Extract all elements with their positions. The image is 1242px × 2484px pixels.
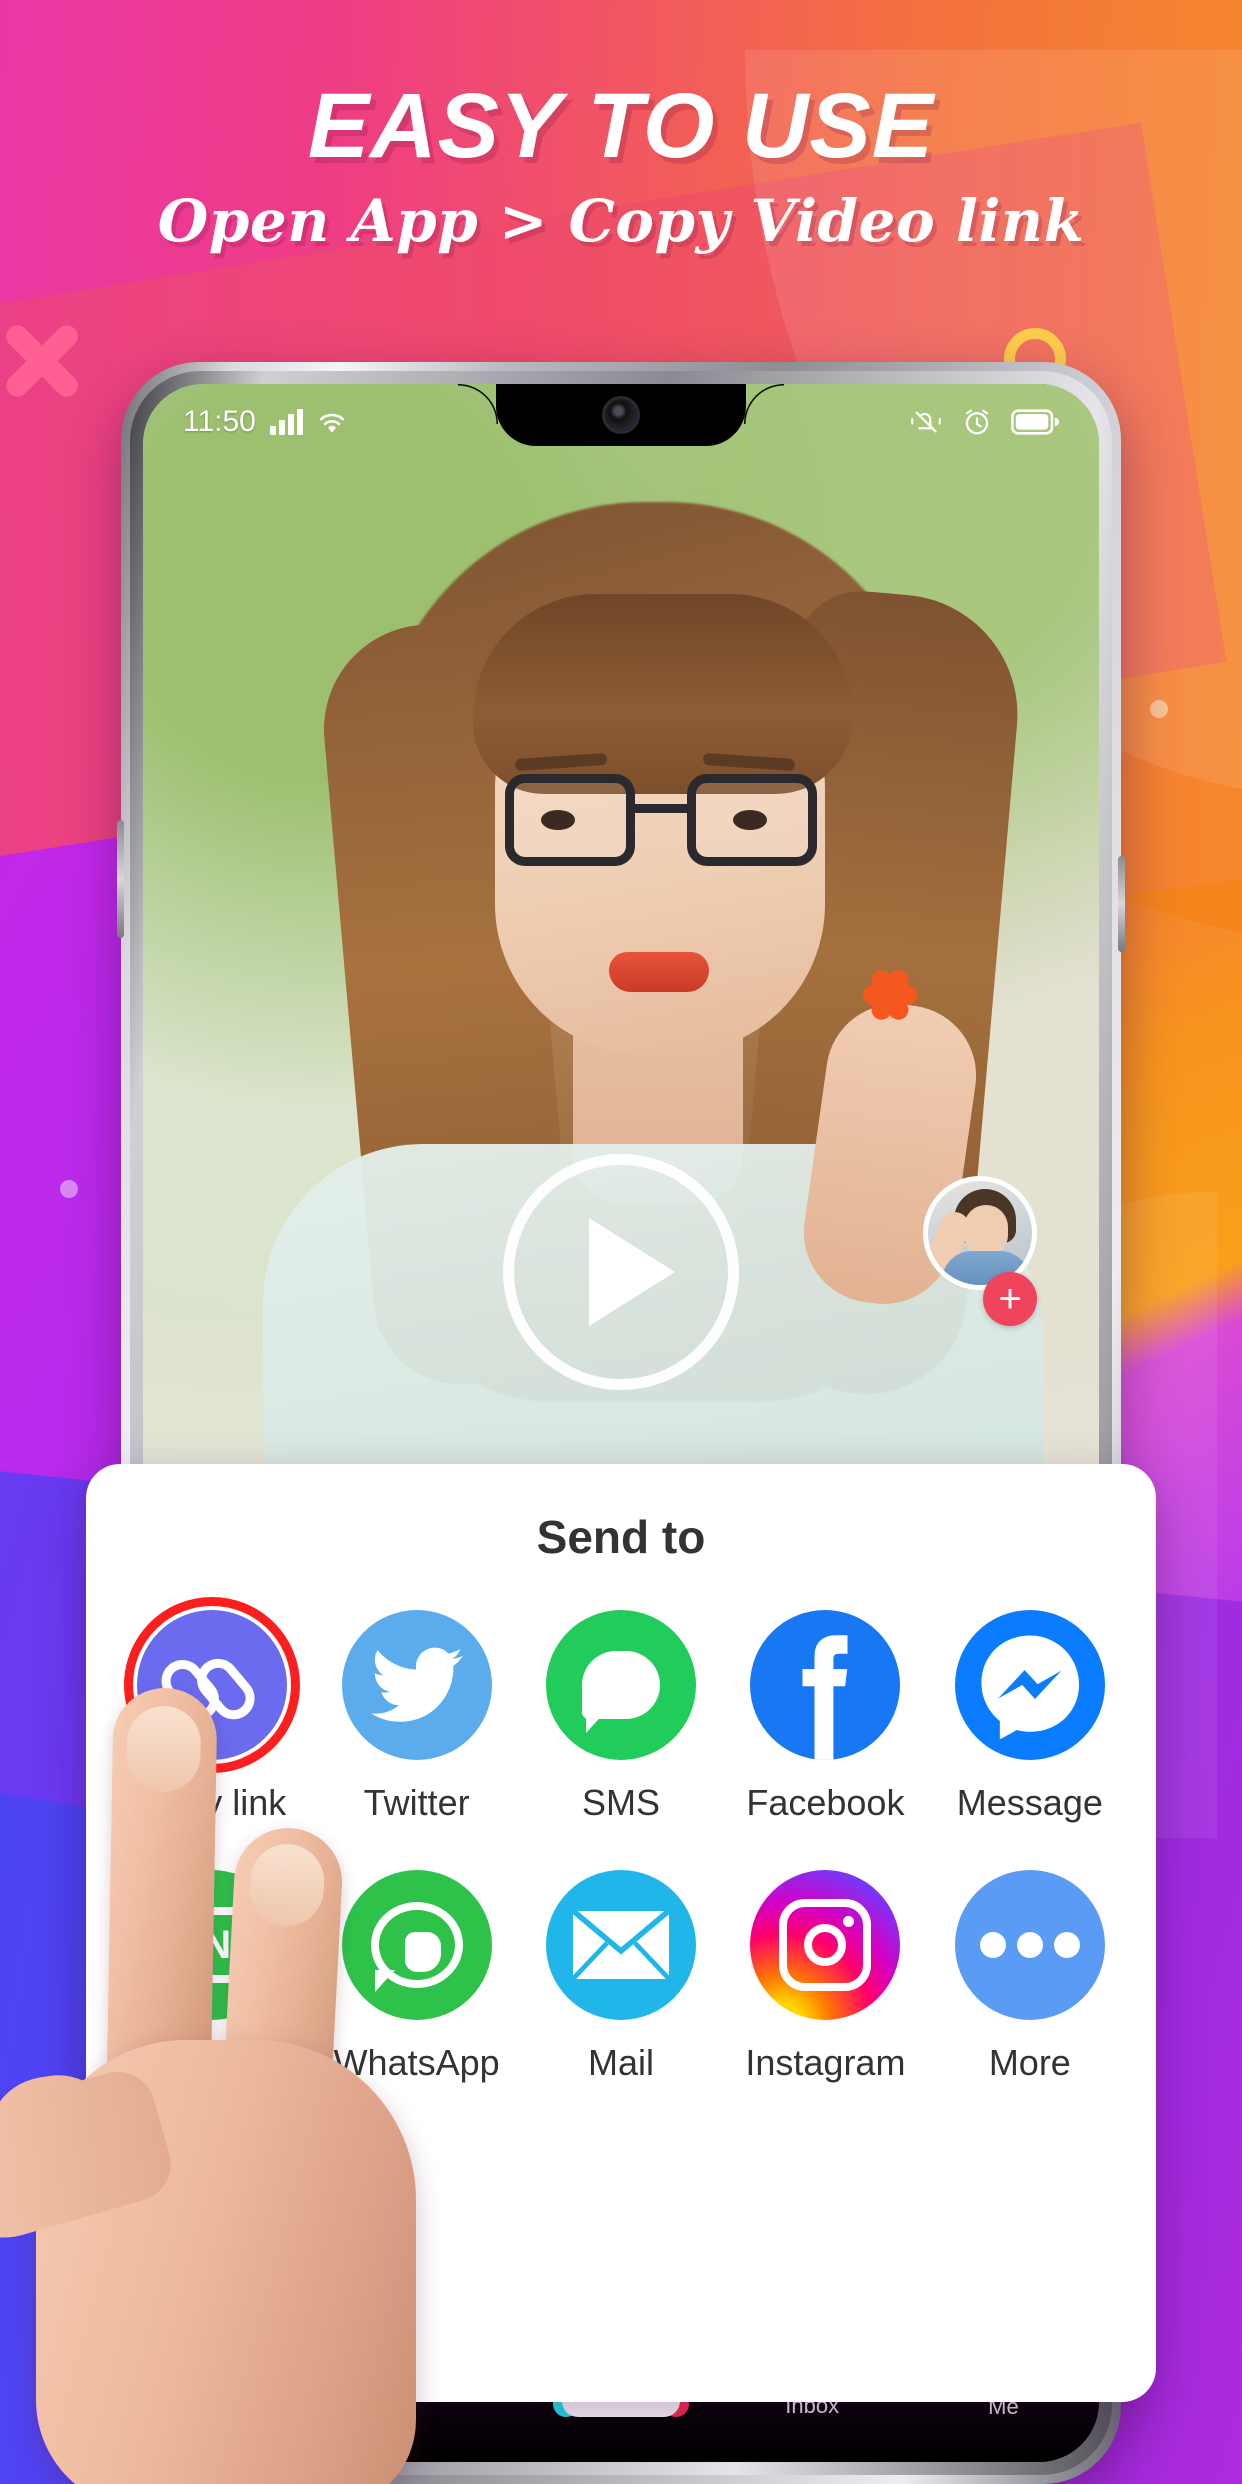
volume-button[interactable] — [117, 820, 124, 938]
flower-icon — [859, 964, 921, 1026]
follow-button[interactable]: + — [983, 1272, 1037, 1326]
status-time: 11:50 — [183, 405, 256, 438]
page-title: EASY TO USE — [307, 75, 935, 177]
decorative-dot — [60, 1180, 78, 1198]
power-button[interactable] — [1118, 856, 1125, 952]
instagram-camera-icon[interactable] — [750, 1870, 901, 2020]
share-label: More — [988, 2042, 1071, 2083]
alarm-clock-icon — [965, 409, 989, 435]
front-camera-icon — [602, 396, 640, 434]
play-icon — [589, 1218, 675, 1326]
share-label: Mail — [588, 2042, 655, 2083]
battery-full-icon — [1011, 409, 1059, 435]
share-option-sms[interactable]: SMS — [519, 1610, 723, 1824]
share-sheet-title: Send to — [536, 1511, 706, 1563]
wifi-icon — [319, 413, 345, 433]
share-label: Message — [956, 1782, 1103, 1823]
play-button[interactable] — [503, 1154, 739, 1390]
share-label: SMS — [582, 1782, 661, 1823]
envelope-icon[interactable] — [546, 1870, 697, 2020]
share-option-more[interactable]: More — [928, 1870, 1132, 2084]
share-option-instagram[interactable]: Instagram — [723, 1870, 927, 2084]
vibrate-mute-icon — [911, 411, 941, 433]
chat-bubble-icon[interactable] — [546, 1610, 697, 1760]
share-option-message[interactable]: Message — [928, 1610, 1132, 1824]
messenger-icon[interactable] — [954, 1610, 1105, 1760]
decorative-x-icon — [0, 313, 90, 409]
facebook-f-icon[interactable] — [750, 1610, 901, 1760]
promo-headings: EASY TO USE Open App > Copy Video link — [0, 78, 1242, 255]
share-label: Instagram — [745, 2042, 906, 2083]
page-subtitle: Open App > Copy Video link — [157, 186, 1085, 255]
phone-notch — [458, 384, 784, 446]
pointing-hand-illustration — [0, 1687, 520, 2484]
share-option-facebook[interactable]: Facebook — [723, 1610, 927, 1824]
signal-bars-icon — [269, 409, 303, 435]
share-option-mail[interactable]: Mail — [519, 1870, 723, 2084]
ellipsis-icon[interactable] — [954, 1870, 1105, 2020]
decorative-dot — [1150, 700, 1168, 718]
share-label: Facebook — [746, 1782, 905, 1823]
